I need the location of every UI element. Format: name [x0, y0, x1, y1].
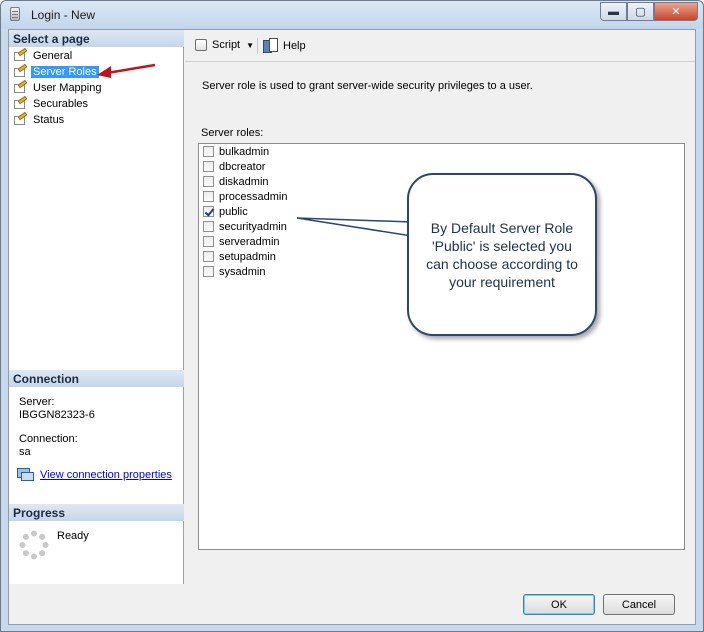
- page-wrench-icon: [13, 111, 28, 126]
- sidebar-item-label: Status: [33, 113, 65, 126]
- role-item-diskadmin[interactable]: diskadmin: [203, 174, 269, 189]
- server-roles-label: Server roles:: [201, 127, 264, 139]
- role-label: sysadmin: [219, 265, 266, 278]
- minimize-button[interactable]: ▬: [600, 2, 627, 21]
- server-label: Server:: [19, 396, 55, 408]
- connection-properties-icon: [17, 468, 34, 481]
- page-wrench-icon: [13, 79, 28, 94]
- progress-spinner-icon: [19, 530, 49, 560]
- role-checkbox[interactable]: [203, 161, 214, 172]
- sidebar-item-label: General: [33, 49, 73, 62]
- page-wrench-icon: [13, 95, 28, 110]
- window-controls: ▬ ▢ ✕: [600, 2, 698, 21]
- select-page-header: Select a page: [9, 30, 184, 47]
- window-title: Login - New: [31, 8, 96, 22]
- left-pane: Select a page General Server Roles User …: [9, 30, 184, 584]
- view-connection-properties-row: View connection properties: [17, 468, 172, 481]
- sidebar-item-securables[interactable]: Securables: [13, 95, 90, 111]
- role-checkbox[interactable]: [203, 266, 214, 277]
- window-app-icon: [10, 7, 20, 21]
- maximize-button[interactable]: ▢: [627, 2, 654, 21]
- sidebar-item-user-mapping[interactable]: User Mapping: [13, 79, 103, 95]
- role-label: setupadmin: [219, 250, 276, 263]
- role-checkbox[interactable]: [203, 191, 214, 202]
- script-label: Script: [212, 39, 241, 51]
- page-wrench-icon: [13, 63, 28, 78]
- dialog-button-bar: OK Cancel: [185, 584, 695, 624]
- progress-status: Ready: [57, 530, 89, 542]
- view-connection-properties-link[interactable]: View connection properties: [40, 469, 172, 481]
- script-icon: [193, 38, 209, 52]
- role-label: diskadmin: [219, 175, 269, 188]
- role-item-sysadmin[interactable]: sysadmin: [203, 264, 265, 279]
- page-wrench-icon: [13, 47, 28, 62]
- role-label: processadmin: [219, 190, 288, 203]
- server-value: IBGGN82323-6: [19, 409, 95, 421]
- help-book-icon: [263, 38, 279, 54]
- sidebar-item-label: User Mapping: [33, 81, 102, 94]
- role-item-dbcreator[interactable]: dbcreator: [203, 159, 265, 174]
- role-label: securityadmin: [219, 220, 287, 233]
- role-label: bulkadmin: [219, 145, 270, 158]
- chevron-down-icon[interactable]: ▼: [246, 41, 254, 50]
- role-checkbox[interactable]: [203, 236, 214, 247]
- role-item-processadmin[interactable]: processadmin: [203, 189, 287, 204]
- connection-value: sa: [19, 446, 31, 458]
- help-label: Help: [283, 40, 306, 52]
- role-checkbox-checked[interactable]: [203, 206, 214, 217]
- page-description: Server role is used to grant server-wide…: [202, 80, 533, 92]
- role-item-serveradmin[interactable]: serveradmin: [203, 234, 280, 249]
- script-button[interactable]: Script ▼: [193, 38, 254, 52]
- role-label: serveradmin: [219, 235, 280, 248]
- role-checkbox[interactable]: [203, 146, 214, 157]
- dialog-client-area: Select a page General Server Roles User …: [8, 29, 696, 625]
- sidebar-item-label: Securables: [33, 97, 89, 110]
- close-button[interactable]: ✕: [654, 2, 698, 21]
- role-label: dbcreator: [219, 160, 266, 173]
- role-checkbox[interactable]: [203, 221, 214, 232]
- help-button[interactable]: Help: [263, 38, 306, 54]
- title-bar[interactable]: Login - New ▬ ▢ ✕: [1, 1, 703, 29]
- annotation-arrow-icon: [97, 63, 156, 78]
- toolbar: Script ▼ Help: [185, 30, 695, 62]
- role-item-public[interactable]: public: [203, 204, 248, 219]
- login-window: Login - New ▬ ▢ ✕ Select a page General …: [0, 0, 704, 632]
- role-label: public: [219, 205, 248, 218]
- role-item-setupadmin[interactable]: setupadmin: [203, 249, 276, 264]
- role-checkbox[interactable]: [203, 251, 214, 262]
- connection-label: Connection:: [19, 433, 78, 445]
- role-checkbox[interactable]: [203, 176, 214, 187]
- sidebar-item-general[interactable]: General: [13, 47, 74, 63]
- ok-button[interactable]: OK: [523, 594, 595, 615]
- role-item-securityadmin[interactable]: securityadmin: [203, 219, 287, 234]
- sidebar-item-server-roles[interactable]: Server Roles: [13, 63, 99, 79]
- role-item-bulkadmin[interactable]: bulkadmin: [203, 144, 269, 159]
- sidebar-item-label: Server Roles: [31, 65, 99, 78]
- annotation-callout: By Default Server Role 'Public' is selec…: [407, 173, 597, 336]
- callout-pointer-icon: [297, 217, 412, 237]
- toolbar-separator: [257, 38, 258, 54]
- progress-header: Progress: [9, 504, 184, 521]
- connection-header: Connection: [9, 370, 184, 387]
- callout-text: By Default Server Role 'Public' is selec…: [426, 219, 578, 290]
- cancel-button[interactable]: Cancel: [603, 594, 675, 615]
- sidebar-item-status[interactable]: Status: [13, 111, 66, 127]
